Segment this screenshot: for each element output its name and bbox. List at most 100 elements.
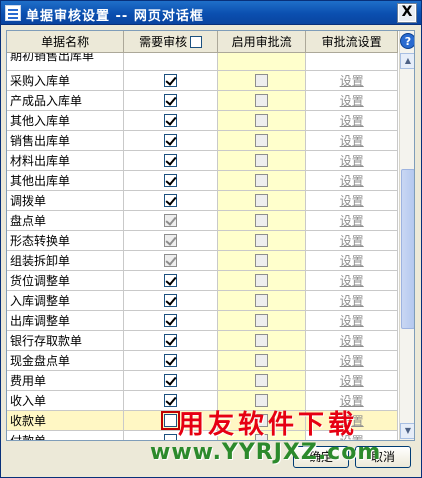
need-review-checkbox[interactable] (164, 194, 178, 207)
select-all-review-checkbox[interactable] (190, 36, 203, 49)
flow-setting-link[interactable]: 设置 (340, 254, 364, 268)
enable-flow-checkbox[interactable] (255, 374, 269, 387)
need-review-checkbox[interactable] (164, 94, 178, 107)
table-row[interactable]: 盘点单 设置 (7, 210, 398, 231)
header-enable-flow: 启用审批流 (217, 31, 307, 53)
need-review-checkbox[interactable] (161, 411, 181, 429)
enable-flow-checkbox[interactable] (255, 334, 269, 347)
flow-setting-link[interactable]: 设置 (340, 134, 364, 148)
enable-flow-checkbox[interactable] (255, 114, 269, 127)
table-row[interactable]: 银行存取款单 设置 (7, 330, 398, 351)
enable-flow-checkbox[interactable] (255, 354, 269, 367)
scroll-up-button[interactable]: ▲ (400, 53, 414, 69)
flow-setting-link[interactable]: 设置 (340, 154, 364, 168)
scroll-thumb[interactable] (401, 169, 414, 329)
enable-flow-checkbox[interactable] (255, 194, 269, 207)
row-doc-name: 货位调整单 (7, 270, 125, 291)
need-review-checkbox[interactable] (164, 254, 178, 267)
need-review-checkbox[interactable] (164, 214, 178, 227)
table-row[interactable]: 组装拆卸单 设置 (7, 250, 398, 271)
row-doc-name: 收款单 (7, 410, 125, 431)
flow-setting-link[interactable]: 设置 (340, 234, 364, 248)
header-flow-setting: 审批流设置 (305, 31, 398, 53)
enable-flow-checkbox[interactable] (255, 274, 269, 287)
table-row[interactable]: 销售出库单 设置 (7, 130, 398, 151)
enable-flow-checkbox[interactable] (255, 134, 269, 147)
enable-flow-checkbox[interactable] (255, 234, 269, 247)
row-doc-name: 付款单 (7, 430, 125, 440)
table-row[interactable]: 其他出库单 设置 (7, 170, 398, 191)
row-flow-setting-cell: 设置 (305, 250, 398, 271)
row-flow-setting-cell: 设置 (305, 370, 398, 391)
row-flow-cell (217, 250, 307, 271)
need-review-checkbox[interactable] (164, 314, 178, 327)
row-flow-cell (217, 350, 307, 371)
table-row[interactable]: 产成品入库单 设置 (7, 90, 398, 111)
row-doc-name: 产成品入库单 (7, 90, 125, 111)
need-review-checkbox[interactable] (164, 334, 178, 347)
row-review-cell (123, 310, 218, 331)
row-doc-name: 现金盘点单 (7, 350, 125, 371)
flow-setting-link[interactable]: 设置 (340, 294, 364, 308)
table-row[interactable]: 出库调整单 设置 (7, 310, 398, 331)
enable-flow-checkbox[interactable] (255, 94, 269, 107)
enable-flow-checkbox[interactable] (255, 214, 269, 227)
row-flow-setting-cell: 设置 (305, 270, 398, 291)
row-review-cell (123, 350, 218, 371)
table-row[interactable]: 材料出库单 设置 (7, 150, 398, 171)
flow-setting-link[interactable]: 设置 (340, 354, 364, 368)
row-flow-cell (217, 310, 307, 331)
row-doc-name: 收入单 (7, 390, 125, 411)
flow-setting-link[interactable]: 设置 (340, 274, 364, 288)
row-doc-name: 采购入库单 (7, 70, 125, 91)
table-row[interactable]: 形态转换单 设置 (7, 230, 398, 251)
need-review-checkbox[interactable] (164, 114, 178, 127)
row-review-cell (123, 150, 218, 171)
row-flow-setting-cell: 设置 (305, 170, 398, 191)
need-review-checkbox[interactable] (164, 174, 178, 187)
enable-flow-checkbox[interactable] (255, 314, 269, 327)
row-flow-setting-cell: 设置 (305, 110, 398, 131)
table-row[interactable]: 货位调整单 设置 (7, 270, 398, 291)
table-row[interactable]: 其他入库单 设置 (7, 110, 398, 131)
enable-flow-checkbox[interactable] (255, 174, 269, 187)
enable-flow-checkbox[interactable] (255, 254, 269, 267)
need-review-checkbox[interactable] (164, 374, 178, 387)
need-review-checkbox[interactable] (164, 294, 178, 307)
vertical-scrollbar[interactable]: ? ▲ ▼ (399, 31, 414, 440)
flow-setting-link[interactable]: 设置 (340, 94, 364, 108)
need-review-checkbox[interactable] (164, 134, 178, 147)
row-flow-setting-cell: 设置 (305, 70, 398, 91)
enable-flow-checkbox[interactable] (255, 294, 269, 307)
close-button[interactable]: X (397, 3, 417, 23)
flow-setting-link[interactable]: 设置 (340, 334, 364, 348)
flow-setting-link[interactable]: 设置 (340, 74, 364, 88)
need-review-checkbox[interactable] (164, 274, 178, 287)
table-row[interactable]: 现金盘点单 设置 (7, 350, 398, 371)
flow-setting-link[interactable]: 设置 (340, 114, 364, 128)
flow-setting-link[interactable]: 设置 (340, 194, 364, 208)
header-doc-name: 单据名称 (7, 31, 125, 53)
flow-setting-link[interactable]: 设置 (340, 174, 364, 188)
row-doc-name: 费用单 (7, 370, 125, 391)
flow-setting-link[interactable]: 设置 (340, 374, 364, 388)
flow-setting-link[interactable]: 设置 (340, 214, 364, 228)
flow-setting-link[interactable]: 设置 (340, 314, 364, 328)
table-row[interactable]: 费用单 设置 (7, 370, 398, 391)
table-row[interactable]: 采购入库单 设置 (7, 70, 398, 91)
table-row[interactable]: 入库调整单 设置 (7, 290, 398, 311)
need-review-checkbox[interactable] (164, 354, 178, 367)
row-review-cell (123, 90, 218, 111)
need-review-checkbox[interactable] (164, 234, 178, 247)
scroll-down-button[interactable]: ▼ (400, 423, 414, 439)
table-row[interactable]: 调拨单 设置 (7, 190, 398, 211)
need-review-checkbox[interactable] (164, 74, 178, 87)
need-review-checkbox[interactable] (164, 394, 178, 407)
row-flow-setting-cell: 设置 (305, 330, 398, 351)
row-doc-name: 形态转换单 (7, 230, 125, 251)
enable-flow-checkbox[interactable] (255, 74, 269, 87)
row-review-cell (123, 110, 218, 131)
help-icon[interactable]: ? (400, 33, 414, 49)
enable-flow-checkbox[interactable] (255, 154, 269, 167)
need-review-checkbox[interactable] (164, 154, 178, 167)
